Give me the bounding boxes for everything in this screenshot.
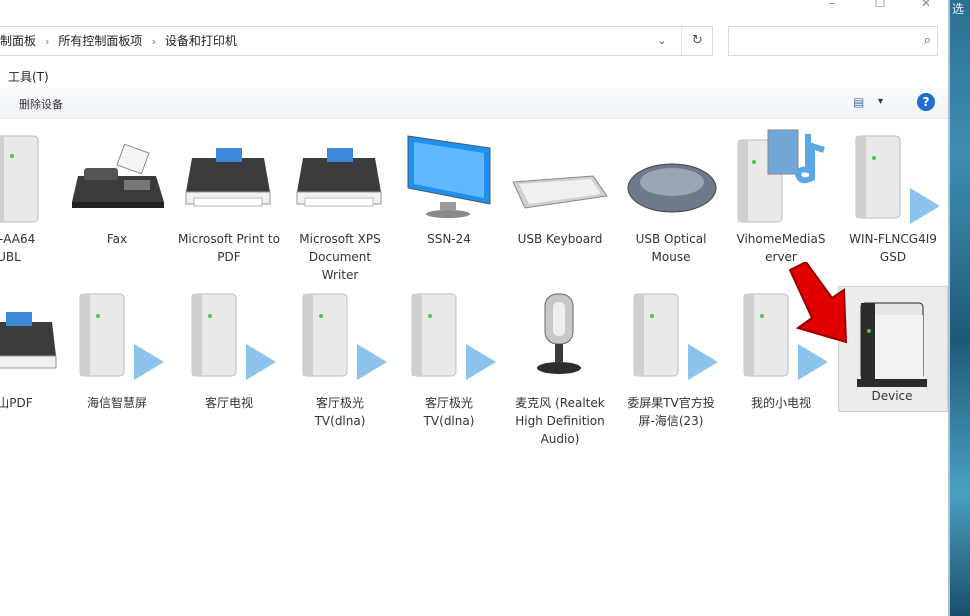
device-tile[interactable]: Fax — [64, 118, 170, 278]
device-tile[interactable]: SSN-24 — [396, 118, 502, 278]
device-tile[interactable]: Microsoft Print to PDF — [176, 118, 282, 278]
device-label: Device — [871, 389, 913, 403]
device-label: USB Keyboard — [517, 232, 603, 246]
device-tile[interactable]: 委屏果TV官方投 屏-海信(23) — [618, 282, 724, 442]
device-tile[interactable]: 麦克风 (Realtek High Definition Audio) — [507, 282, 613, 446]
maximize-button[interactable]: ☐ — [866, 0, 894, 14]
device-tile[interactable]: OP-AA64 UBL — [0, 118, 62, 278]
printer-icon — [296, 148, 382, 207]
device-label: 客厅极光 TV(dlna) — [314, 396, 366, 428]
keyboard-icon — [512, 175, 608, 209]
address-dropdown-icon[interactable]: ⌄ — [650, 27, 674, 55]
device-tile[interactable]: USB Optical Mouse — [618, 118, 724, 278]
breadcrumb-devices-printers[interactable]: 设备和打印机 — [165, 34, 237, 48]
breadcrumb-separator-icon[interactable]: › — [45, 35, 49, 48]
command-bar: 删除设备 ▤ ▾ ? — [0, 88, 948, 119]
device-label: Microsoft XPS Document Writer — [299, 232, 381, 282]
close-button[interactable]: ✕ — [912, 0, 940, 14]
media-device-icon — [191, 293, 276, 380]
title-bar: – ☐ ✕ — [0, 0, 948, 22]
media-device-icon — [302, 293, 387, 380]
server-icon — [0, 135, 39, 223]
device-label: WIN-FLNCG4I9 GSD — [849, 232, 937, 264]
generic-device-icon — [857, 302, 927, 387]
minimize-button[interactable]: – — [818, 0, 846, 14]
media-device-icon — [411, 293, 496, 380]
menu-bar: 工具(T) — [0, 64, 948, 86]
device-tile[interactable]: 客厅极光 TV(dlna) — [396, 282, 502, 442]
media-device-icon — [79, 293, 164, 380]
media-server-icon — [737, 129, 825, 223]
view-dropdown-icon[interactable]: ▾ — [878, 96, 883, 107]
device-tile[interactable]: 金山PDF — [0, 282, 62, 442]
device-label: 委屏果TV官方投 屏-海信(23) — [627, 396, 715, 428]
device-label: Microsoft Print to PDF — [178, 232, 280, 264]
printer-icon — [0, 312, 57, 369]
device-grid: OP-AA64 UBL Fax Microsoft Print to PDF M… — [0, 118, 948, 616]
breadcrumb: 制面板 › 所有控制面板项 › 设备和打印机 — [0, 27, 237, 55]
microphone-icon — [537, 293, 581, 374]
device-tile[interactable]: WIN-FLNCG4I9 GSD — [840, 118, 946, 278]
breadcrumb-all-items[interactable]: 所有控制面板项 — [58, 34, 142, 48]
search-icon[interactable]: ⌕ — [924, 27, 931, 55]
device-label: 金山PDF — [0, 396, 33, 410]
red-arrow-icon — [788, 262, 848, 344]
desktop-glyph: 选 — [952, 2, 965, 16]
media-device-icon — [855, 135, 940, 224]
device-tile-selected[interactable]: Device — [838, 286, 948, 412]
address-bar[interactable]: 制面板 › 所有控制面板项 › 设备和打印机 ⌄ ↻ — [0, 26, 713, 56]
device-label: USB Optical Mouse — [635, 232, 707, 264]
window-edge — [948, 0, 950, 616]
view-icon[interactable]: ▤ — [853, 95, 864, 109]
device-label: SSN-24 — [427, 232, 471, 246]
device-label: 麦克风 (Realtek High Definition Audio) — [515, 396, 605, 446]
device-label: OP-AA64 UBL — [0, 232, 36, 264]
desktop-background-strip: 选 — [950, 0, 970, 616]
device-label: Fax — [106, 232, 128, 246]
printer-icon — [185, 148, 271, 207]
menu-tools[interactable]: 工具(T) — [8, 68, 49, 85]
breadcrumb-control-panel[interactable]: 制面板 — [0, 34, 36, 48]
device-tile[interactable]: VihomeMediaS erver — [728, 118, 834, 278]
help-icon[interactable]: ? — [917, 93, 935, 111]
monitor-icon — [407, 135, 491, 218]
device-tile[interactable]: 客厅极光 TV(dlna) — [287, 282, 393, 442]
device-label: 客厅电视 — [204, 396, 253, 410]
device-tile[interactable]: 客厅电视 — [176, 282, 282, 442]
device-tile[interactable]: 海信智慧屏 — [64, 282, 170, 442]
device-label: 我的小电视 — [750, 396, 811, 410]
breadcrumb-separator-icon[interactable]: › — [151, 35, 155, 48]
mouse-icon — [627, 163, 717, 213]
fax-icon — [72, 143, 164, 208]
search-input[interactable]: ⌕ — [728, 26, 938, 56]
remove-device-button[interactable]: 删除设备 — [19, 96, 63, 112]
refresh-icon[interactable]: ↻ — [681, 27, 713, 55]
device-label: 海信智慧屏 — [86, 396, 147, 410]
device-label: VihomeMediaS erver — [736, 232, 826, 264]
device-label: 客厅极光 TV(dlna) — [423, 396, 475, 428]
device-tile[interactable]: Microsoft XPS Document Writer — [287, 118, 393, 282]
device-tile[interactable]: USB Keyboard — [507, 118, 613, 278]
media-device-icon — [633, 293, 718, 380]
